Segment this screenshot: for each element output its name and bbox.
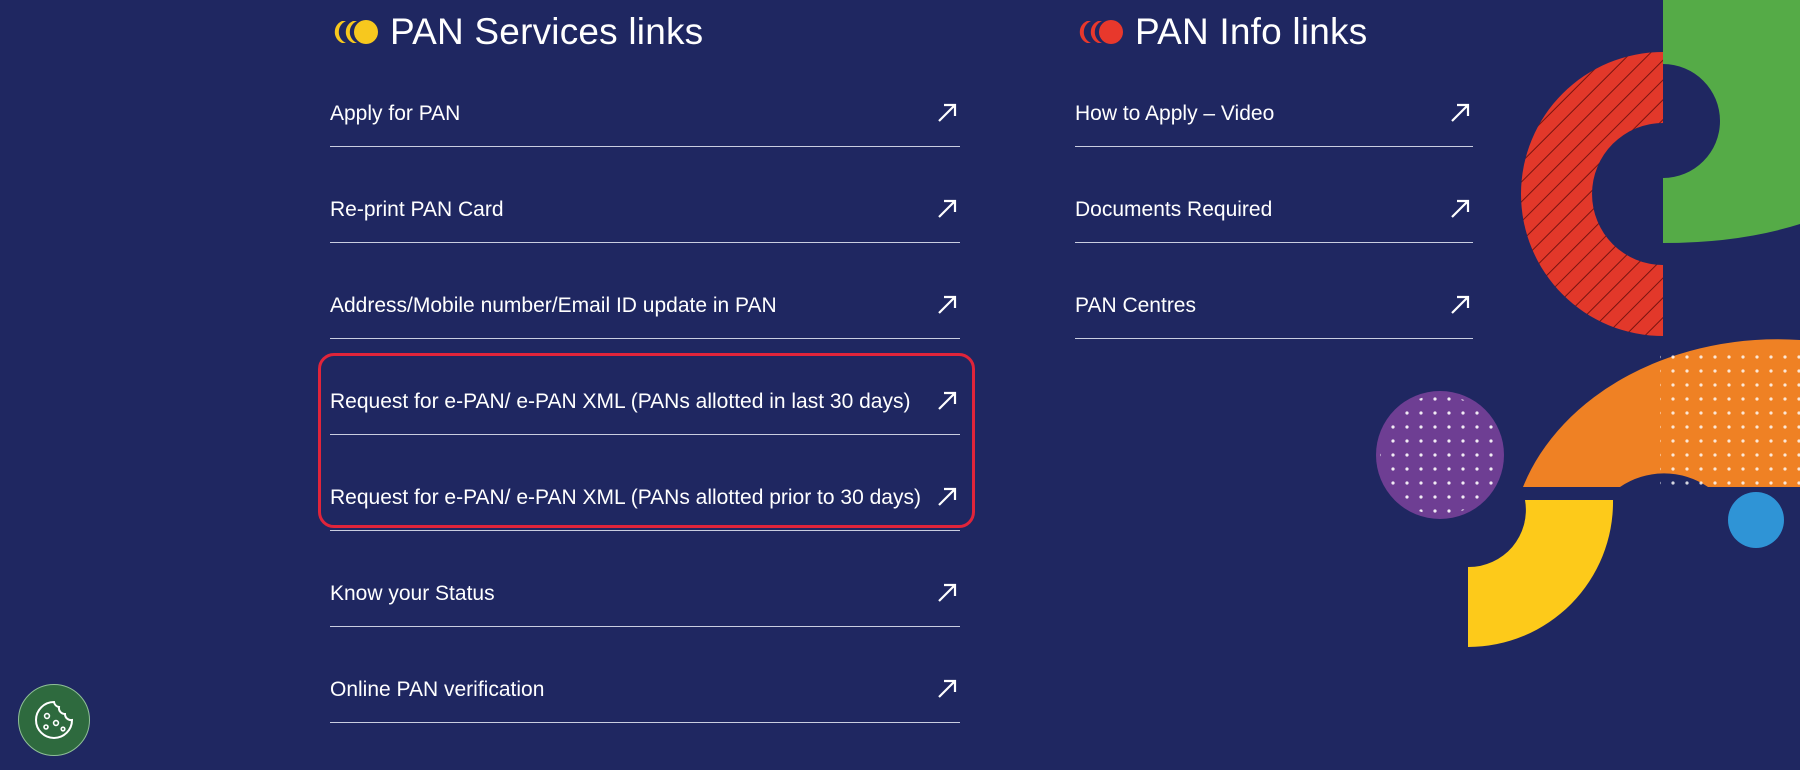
link-epan-prior-30-days[interactable]: Request for e-PAN/ e-PAN XML (PANs allot… — [330, 435, 960, 531]
decor-red-hatched-ring — [1521, 52, 1663, 336]
external-arrow-icon — [1451, 295, 1470, 314]
link-label: Address/Mobile number/Email ID update in… — [330, 294, 777, 317]
external-arrow-icon — [938, 199, 957, 218]
link-label: PAN Centres — [1075, 294, 1196, 317]
decor-purple-circle — [1376, 391, 1504, 519]
link-address-update[interactable]: Address/Mobile number/Email ID update in… — [330, 243, 960, 339]
decor-yellow-ring — [1468, 500, 1614, 647]
decor-orange-arch — [1523, 339, 1800, 487]
link-label: Apply for PAN — [330, 102, 461, 125]
cookie-icon — [35, 700, 74, 739]
external-arrow-icon — [938, 295, 957, 314]
external-arrow-icon — [938, 103, 957, 122]
external-arrow-icon — [938, 679, 957, 698]
link-label: Request for e-PAN/ e-PAN XML (PANs allot… — [330, 486, 921, 509]
link-label: Documents Required — [1075, 198, 1273, 221]
external-arrow-icon — [938, 487, 957, 506]
pan-info-title: PAN Info links — [1135, 11, 1368, 52]
link-how-to-apply-video[interactable]: How to Apply – Video — [1075, 51, 1473, 147]
link-label: Know your Status — [330, 582, 495, 605]
red-dots-logo-icon — [1079, 20, 1123, 44]
link-pan-centres[interactable]: PAN Centres — [1075, 243, 1473, 339]
external-arrow-icon — [1451, 199, 1470, 218]
link-label: How to Apply – Video — [1075, 102, 1275, 125]
cookie-settings-button[interactable] — [18, 684, 90, 756]
link-apply-for-pan[interactable]: Apply for PAN — [330, 51, 960, 147]
pan-services-title: PAN Services links — [390, 11, 704, 52]
decor-blue-circle — [1728, 492, 1784, 548]
link-label: Request for e-PAN/ e-PAN XML (PANs allot… — [330, 390, 911, 413]
link-label: Online PAN verification — [330, 678, 545, 701]
link-documents-required[interactable]: Documents Required — [1075, 147, 1473, 243]
external-arrow-icon — [938, 391, 957, 410]
link-reprint-pan-card[interactable]: Re-print PAN Card — [330, 147, 960, 243]
link-know-your-status[interactable]: Know your Status — [330, 531, 960, 627]
link-epan-last-30-days[interactable]: Request for e-PAN/ e-PAN XML (PANs allot… — [330, 339, 960, 435]
link-online-pan-verification[interactable]: Online PAN verification — [330, 627, 960, 723]
external-arrow-icon — [1451, 103, 1470, 122]
external-arrow-icon — [938, 583, 957, 602]
yellow-dots-logo-icon — [334, 20, 378, 44]
decor-green-ring — [1663, 0, 1800, 243]
link-label: Re-print PAN Card — [330, 198, 504, 221]
